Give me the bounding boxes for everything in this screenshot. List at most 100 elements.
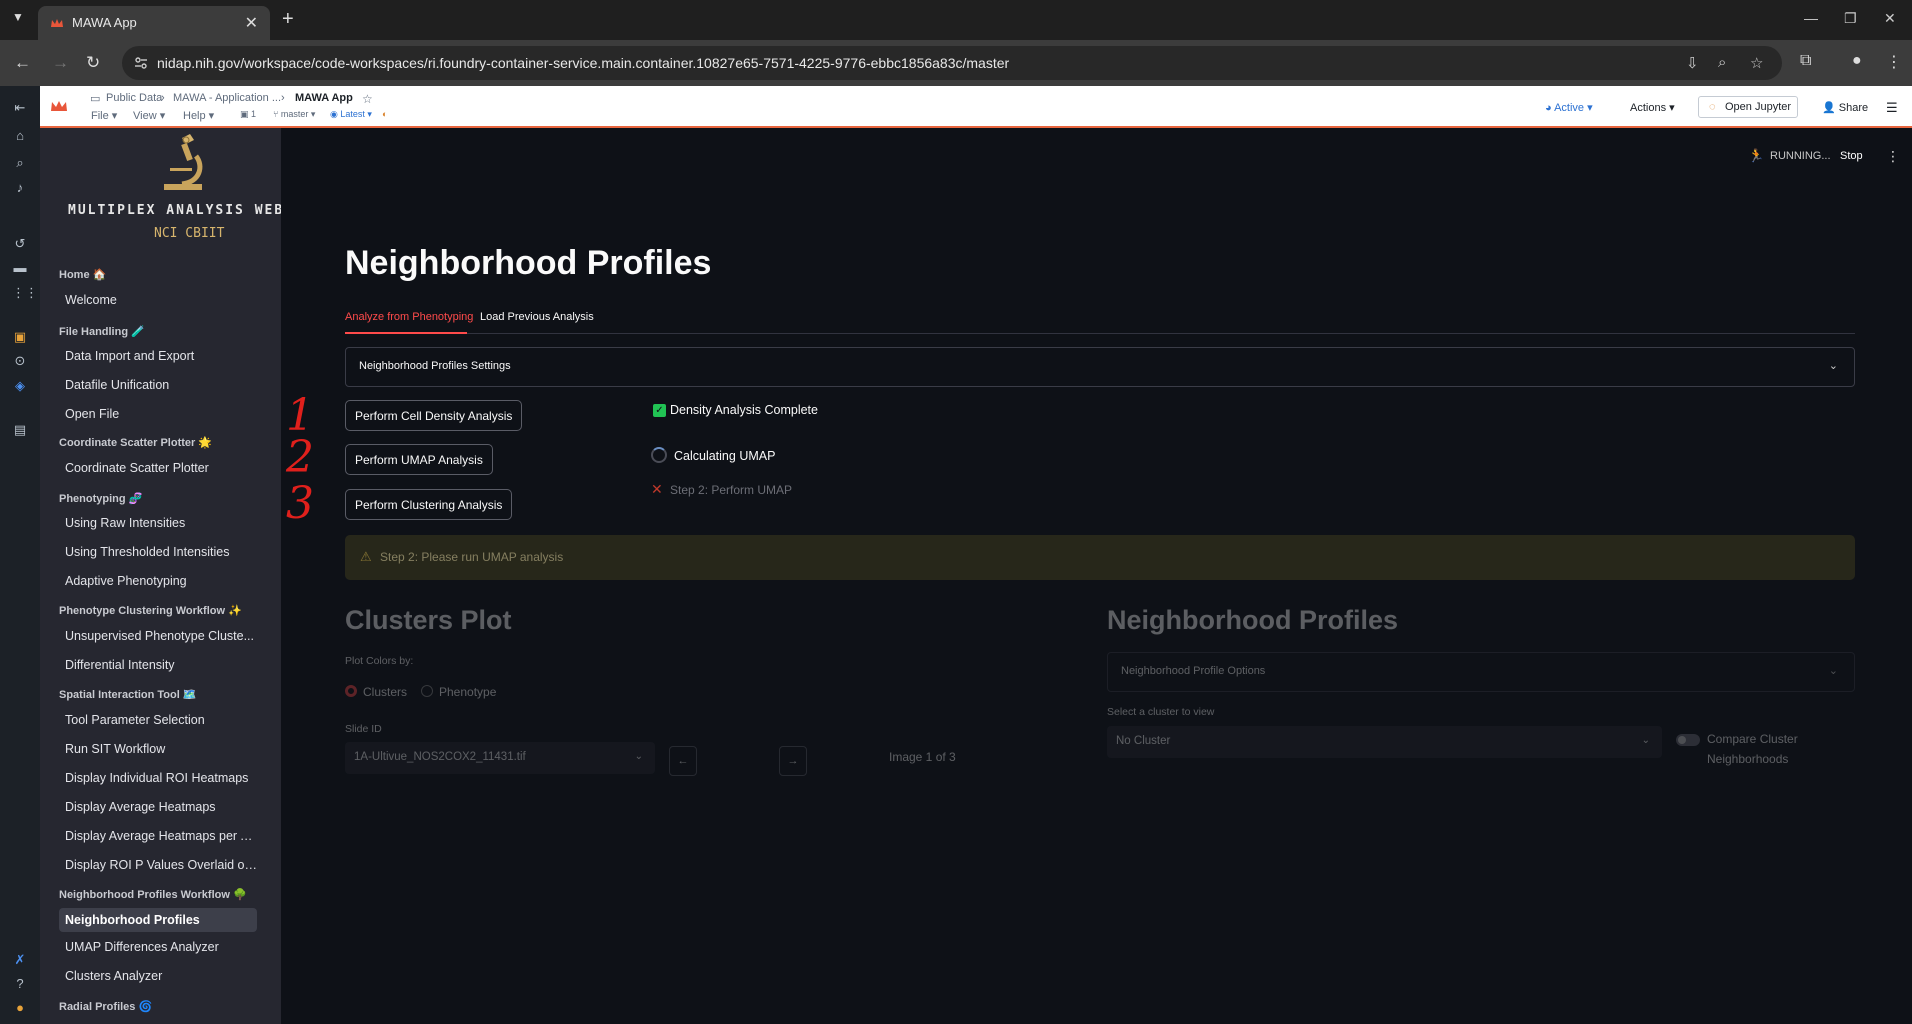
share-button[interactable]: 👤 Share: [1822, 97, 1868, 119]
sidebar-item-umap-differences[interactable]: UMAP Differences Analyzer: [59, 935, 257, 959]
perform-clustering-button[interactable]: Perform Clustering Analysis: [345, 489, 513, 520]
sidebar-item-average-heatmaps-per[interactable]: Display Average Heatmaps per A...: [59, 824, 257, 848]
files-icon[interactable]: ▬: [12, 260, 28, 276]
perform-umap-button[interactable]: Perform UMAP Analysis: [345, 444, 493, 475]
install-icon[interactable]: ⇩: [1686, 54, 1699, 72]
browser-tab[interactable]: MAWA App ✕: [38, 6, 270, 40]
radio-phenotype[interactable]: [421, 685, 433, 697]
sidebar-item-coordinate-scatter[interactable]: Coordinate Scatter Plotter: [59, 456, 257, 480]
crown-favicon-icon: [51, 19, 63, 27]
close-window-icon[interactable]: ✕: [1884, 10, 1896, 27]
breadcrumb-mawa-app-folder[interactable]: MAWA - Application ...: [173, 92, 281, 104]
history-icon[interactable]: ↺: [12, 236, 28, 252]
tab-search-icon[interactable]: ▼: [12, 10, 24, 24]
expand-rail-icon[interactable]: ⇤: [12, 100, 28, 116]
version-selector[interactable]: ◉ Latest ▾: [330, 109, 372, 120]
chevron-down-icon: ⌄: [634, 751, 643, 762]
branch-selector[interactable]: ⑂ master ▾: [273, 109, 315, 120]
sidebar-section-radial-profiles: Radial Profiles 🌀: [59, 1001, 153, 1013]
app-menu-icon[interactable]: ⋮: [1886, 148, 1900, 165]
sidebar-item-differential-intensity[interactable]: Differential Intensity: [59, 653, 257, 677]
chevron-down-icon: ⌄: [1641, 735, 1650, 746]
tab-analyze-from-phenotyping[interactable]: Analyze from Phenotyping: [345, 311, 473, 323]
sidebar-item-tool-parameter[interactable]: Tool Parameter Selection: [59, 708, 257, 732]
sidebar-item-average-heatmaps[interactable]: Display Average Heatmaps: [59, 795, 257, 819]
image-count-label: Image 1 of 3: [889, 750, 956, 764]
help-icon[interactable]: ?: [12, 976, 28, 992]
tab-load-previous-analysis[interactable]: Load Previous Analysis: [480, 311, 594, 323]
breadcrumb-current: MAWA App: [295, 92, 353, 104]
user-avatar[interactable]: ●: [12, 1000, 28, 1016]
sidebar-section-phenotype-clustering: Phenotype Clustering Workflow ✨: [59, 605, 242, 617]
chrome-menu-icon[interactable]: ⋮: [1886, 52, 1902, 72]
folder-add-icon[interactable]: ▤: [12, 422, 28, 438]
palantir-crown-icon[interactable]: [50, 99, 68, 113]
density-complete-checkbox[interactable]: ✓: [653, 404, 666, 417]
search-icon[interactable]: ⌕: [12, 155, 28, 171]
back-icon[interactable]: ←: [14, 53, 31, 73]
np-options-expander[interactable]: Neighborhood Profile Options ⌄: [1107, 652, 1855, 692]
favorite-star-icon[interactable]: ☆: [362, 92, 373, 106]
close-tab-icon[interactable]: ✕: [245, 13, 258, 33]
sidebar-item-datafile-unification[interactable]: Datafile Unification: [59, 373, 257, 397]
info-icon[interactable]: ◐: [382, 109, 387, 119]
sidebar-item-raw-intensities[interactable]: Using Raw Intensities: [59, 511, 257, 535]
menu-help[interactable]: Help ▾: [183, 109, 214, 122]
sidebar-section-spatial-interaction: Spatial Interaction Tool 🗺️: [59, 689, 197, 701]
sidebar-item-adaptive-phenotyping[interactable]: Adaptive Phenotyping: [59, 569, 257, 593]
sidebar-item-open-file[interactable]: Open File: [59, 402, 257, 426]
browser-tabbar: ▼ MAWA App ✕ + — ❐ ✕: [0, 0, 1912, 40]
workspace-app-icon[interactable]: ▣: [12, 329, 28, 345]
sidebar-item-roi-p-values[interactable]: Display ROI P Values Overlaid on...: [59, 853, 257, 877]
minimize-icon[interactable]: —: [1804, 10, 1818, 26]
slide-id-select[interactable]: 1A-Ultivue_NOS2COX2_11431.tif ⌄: [345, 742, 655, 774]
next-image-button[interactable]: →: [779, 746, 807, 776]
prev-image-button[interactable]: ←: [669, 746, 697, 776]
ai-icon[interactable]: ✗: [12, 952, 28, 968]
menu-view[interactable]: View ▾: [133, 109, 165, 122]
sidebar-item-thresholded-intensities[interactable]: Using Thresholded Intensities: [59, 540, 257, 564]
slide-id-value: 1A-Ultivue_NOS2COX2_11431.tif: [354, 751, 526, 763]
warning-icon: ⚠: [360, 549, 372, 564]
actions-menu[interactable]: Actions ▾: [1630, 97, 1675, 119]
reload-icon[interactable]: ↻: [86, 53, 100, 73]
sidebar-item-welcome[interactable]: Welcome: [59, 288, 257, 312]
radio-clusters[interactable]: [345, 685, 357, 697]
active-status[interactable]: ◕ Active ▾: [1545, 97, 1593, 119]
annotation-number-2: 2: [286, 432, 314, 483]
bookmark-star-icon[interactable]: ☆: [1750, 54, 1763, 72]
sidebar-item-roi-heatmaps[interactable]: Display Individual ROI Heatmaps: [59, 766, 257, 790]
perform-cell-density-button[interactable]: Perform Cell Density Analysis: [345, 400, 523, 431]
compare-cluster-toggle[interactable]: [1676, 734, 1700, 746]
extensions-icon[interactable]: ⧉: [1800, 52, 1811, 70]
stop-button[interactable]: Stop: [1840, 150, 1863, 162]
microscope-logo-icon: [164, 134, 203, 190]
breadcrumb-public-data[interactable]: Public Data: [106, 92, 162, 104]
site-info-icon[interactable]: [134, 56, 148, 70]
count-badge[interactable]: ▣ 1: [240, 109, 256, 120]
menu-file[interactable]: File ▾: [91, 109, 117, 122]
restore-icon[interactable]: ❐: [1844, 10, 1857, 27]
apps-grid-icon[interactable]: ⋮⋮: [12, 285, 38, 301]
url-field[interactable]: nidap.nih.gov/workspace/code-workspaces/…: [122, 46, 1782, 80]
plot-colors-label: Plot Colors by:: [345, 655, 414, 667]
notifications-icon[interactable]: ♪: [12, 180, 28, 196]
settings-expander[interactable]: Neighborhood Profiles Settings ⌄: [345, 347, 1855, 387]
alert-icon[interactable]: ⊙: [12, 353, 28, 369]
zoom-icon[interactable]: ⌕: [1718, 54, 1726, 71]
home-icon[interactable]: ⌂: [12, 128, 28, 144]
open-jupyter-button[interactable]: ◌ Open Jupyter: [1698, 96, 1798, 118]
cluster-select[interactable]: No Cluster ⌄: [1107, 726, 1662, 758]
forward-icon[interactable]: →: [52, 53, 69, 73]
cube-icon[interactable]: ◈: [12, 378, 28, 394]
sidebar-item-run-sit[interactable]: Run SIT Workflow: [59, 737, 257, 761]
list-panel-icon[interactable]: ☰: [1886, 97, 1898, 119]
sidebar-item-clusters-analyzer[interactable]: Clusters Analyzer: [59, 964, 257, 988]
sidebar-item-neighborhood-profiles[interactable]: Neighborhood Profiles: [59, 908, 257, 932]
profile-icon[interactable]: ●: [1852, 52, 1862, 70]
slide-id-label: Slide ID: [345, 723, 382, 735]
sidebar-item-unsupervised-clustering[interactable]: Unsupervised Phenotype Cluste...: [59, 624, 257, 648]
new-tab-icon[interactable]: +: [282, 8, 294, 31]
loading-spinner-icon: [651, 447, 667, 463]
sidebar-item-data-import[interactable]: Data Import and Export: [59, 344, 257, 368]
